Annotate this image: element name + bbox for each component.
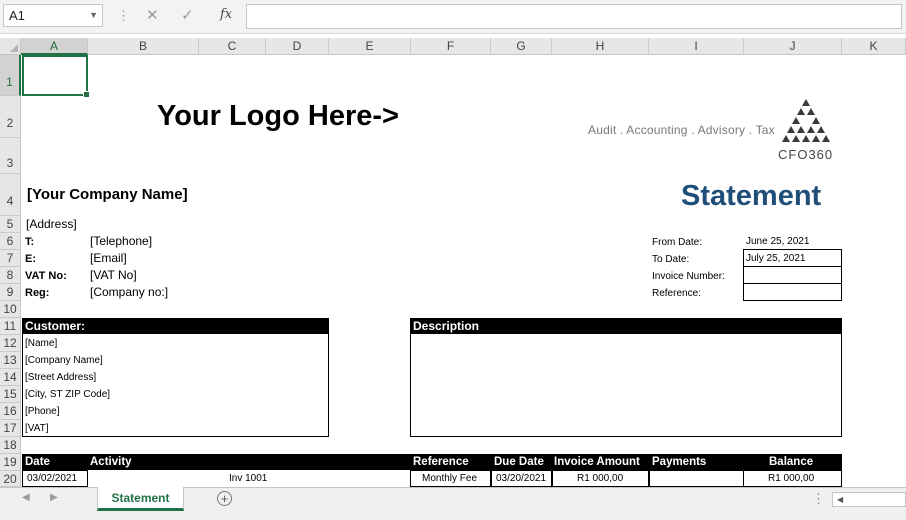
row-header-9[interactable]: 9 [0,284,21,301]
telephone-value: [Telephone] [90,234,153,248]
row-header-15[interactable]: 15 [0,386,21,403]
row-header-3[interactable]: 3 [0,138,21,174]
formula-bar-grip-icon: ⋮ [117,8,130,23]
name-box[interactable]: A1 ▼ [3,4,103,27]
row-header-14[interactable]: 14 [0,369,21,386]
column-header-c[interactable]: C [199,38,266,55]
sheet-tab-bar: ◀ ▶ Statement + ⋮ ◀ [0,487,906,520]
reg-label: Reg: [25,287,50,299]
row-date: 03/02/2021 [27,473,78,484]
col-activity: Activity [90,456,132,468]
column-header-d[interactable]: D [266,38,329,55]
column-header-k[interactable]: K [842,38,906,55]
row-header-17[interactable]: 17 [0,420,21,437]
brand-name: CFO360 [778,147,834,162]
column-header-f[interactable]: F [411,38,491,55]
active-cell-a1[interactable] [22,55,90,98]
row-invoice-amount: R1 000,00 [577,473,624,484]
email-value: [Email] [90,251,127,265]
row-header-18[interactable]: 18 [0,437,21,454]
row-header-10[interactable]: 10 [0,301,21,318]
statement-title: Statement [681,180,822,212]
col-payments: Payments [652,456,707,468]
col-balance: Balance [769,456,814,468]
description-box[interactable] [410,318,842,437]
reg-value: [Company no:] [90,285,169,299]
customer-name[interactable]: [Name] [25,338,57,349]
customer-company[interactable]: [Company Name] [25,355,103,366]
row-header-13[interactable]: 13 [0,352,21,369]
col-date: Date [25,456,50,468]
row-reference: Monthly Fee [422,473,478,484]
row-header-2[interactable]: 2 [0,96,21,138]
scroll-tabs-left-icon[interactable]: ◀ [22,492,30,503]
column-header-b[interactable]: B [88,38,199,55]
row-header-20[interactable]: 20 [0,471,21,487]
row-balance: R1 000,00 [768,473,815,484]
row-header-11[interactable]: 11 [0,318,21,335]
select-all-button[interactable] [0,38,21,55]
row-header-16[interactable]: 16 [0,403,21,420]
column-header-i[interactable]: I [649,38,744,55]
logo-placeholder: Your Logo Here-> [157,100,399,132]
formula-input[interactable] [246,4,902,29]
more-options-icon[interactable]: ⋮ [812,491,825,507]
vat-value: [VAT No] [90,268,137,282]
col-reference: Reference [413,456,469,468]
sheet-tab-statement[interactable]: Statement [97,487,184,511]
column-header-j[interactable]: J [744,38,842,55]
cancel-icon[interactable]: ✕ [146,6,159,24]
row-due-date: 03/20/2021 [496,473,547,484]
row-header-6[interactable]: 6 [0,233,21,250]
row-header-4[interactable]: 4 [0,174,21,216]
table-row-payments-cell[interactable] [649,470,744,487]
from-date-label: From Date: [652,237,703,248]
customer-phone[interactable]: [Phone] [25,406,59,417]
invoice-number-label: Invoice Number: [652,271,725,282]
to-date-value: July 25, 2021 [746,253,806,264]
reference-field[interactable] [743,283,842,301]
customer-vat[interactable]: [VAT] [25,423,49,434]
row-header-1[interactable]: 1 [0,55,21,96]
scroll-left-icon[interactable]: ◀ [837,493,843,506]
company-name: [Your Company Name] [27,186,188,203]
row-header-12[interactable]: 12 [0,335,21,352]
invoice-number-field[interactable] [743,266,842,284]
tagline: Audit . Accounting . Advisory . Tax [588,123,775,137]
cfo360-logo-icon [782,99,830,142]
row-header-7[interactable]: 7 [0,250,21,267]
name-box-value: A1 [9,8,25,23]
telephone-label: T: [25,236,35,248]
scroll-tabs-right-icon[interactable]: ▶ [50,492,58,503]
row-header-5[interactable]: 5 [0,216,21,233]
vat-label: VAT No: [25,270,67,282]
to-date-label: To Date: [652,254,690,265]
column-header-g[interactable]: G [491,38,552,55]
column-header-e[interactable]: E [329,38,411,55]
insert-function-icon[interactable]: fx [220,7,232,22]
row-header-8[interactable]: 8 [0,267,21,284]
col-due-date: Due Date [494,456,544,468]
email-label: E: [25,253,36,265]
enter-icon[interactable]: ✓ [181,6,194,24]
from-date-value[interactable]: June 25, 2021 [746,236,809,247]
column-header-h[interactable]: H [552,38,649,55]
horizontal-scrollbar[interactable]: ◀ [832,492,906,507]
formula-bar: A1 ▼ ⋮ ✕ ✓ fx [0,0,906,34]
add-sheet-icon[interactable]: + [217,491,232,506]
customer-street[interactable]: [Street Address] [25,372,96,383]
reference-label: Reference: [652,288,701,299]
column-header-a[interactable]: A [21,38,88,55]
row-activity[interactable]: Inv 1001 [229,471,267,486]
customer-city[interactable]: [City, ST ZIP Code] [25,389,110,400]
chevron-down-icon[interactable]: ▼ [89,5,98,26]
row-header-19[interactable]: 19 [0,454,21,471]
company-address: [Address] [26,217,77,231]
col-invoice-amount: Invoice Amount [554,456,640,468]
